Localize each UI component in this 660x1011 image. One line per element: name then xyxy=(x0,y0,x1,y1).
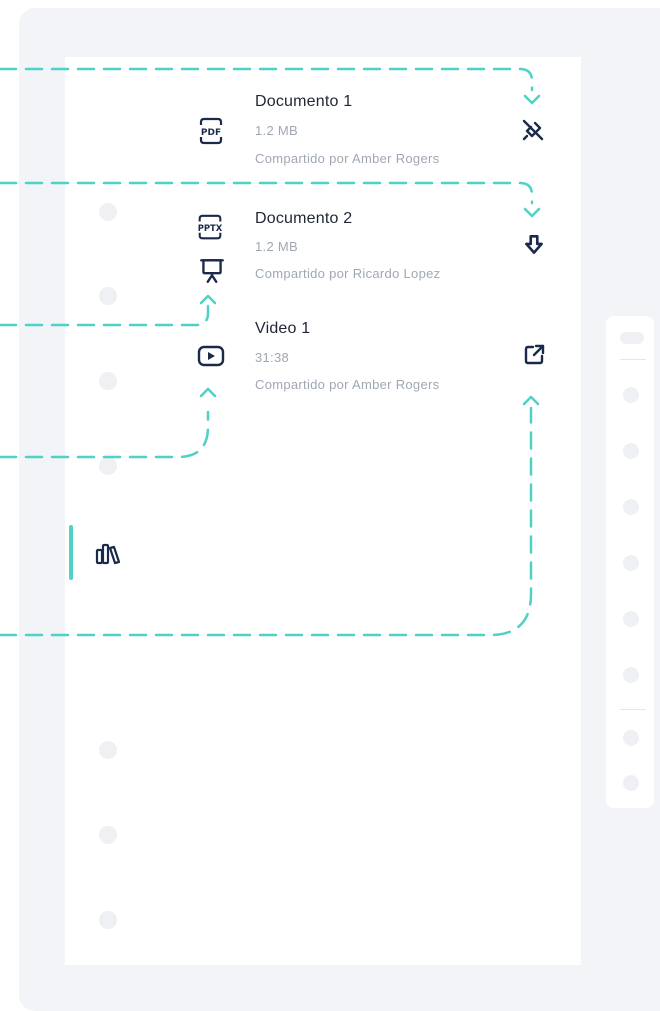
file-size: 1.2 MB xyxy=(255,123,298,138)
open-external-icon[interactable] xyxy=(522,343,546,367)
pdf-file-icon: PDF xyxy=(199,117,223,145)
arrow-up-icon xyxy=(199,387,217,398)
file-shared-by: Compartido por Amber Rogers xyxy=(255,377,440,392)
svg-text:PDF: PDF xyxy=(201,128,221,138)
arrow-down-icon xyxy=(523,94,541,105)
file-title: Documento 1 xyxy=(255,93,353,110)
presentation-icon xyxy=(200,259,224,283)
file-title: Video 1 xyxy=(255,320,311,337)
offline-unavailable-icon[interactable] xyxy=(521,118,545,142)
video-play-icon xyxy=(197,345,225,367)
file-size: 31:38 xyxy=(255,350,290,365)
arrow-up-icon xyxy=(522,395,540,406)
pptx-file-icon: PPTX xyxy=(198,214,223,240)
arrow-down-icon xyxy=(523,207,541,218)
svg-text:PPTX: PPTX xyxy=(198,223,223,233)
file-title: Documento 2 xyxy=(255,210,353,227)
download-icon[interactable] xyxy=(522,233,546,257)
arrow-up-icon xyxy=(199,294,217,305)
file-size: 1.2 MB xyxy=(255,239,298,254)
file-shared-by: Compartido por Amber Rogers xyxy=(255,151,440,166)
file-shared-by: Compartido por Ricardo Lopez xyxy=(255,266,441,281)
